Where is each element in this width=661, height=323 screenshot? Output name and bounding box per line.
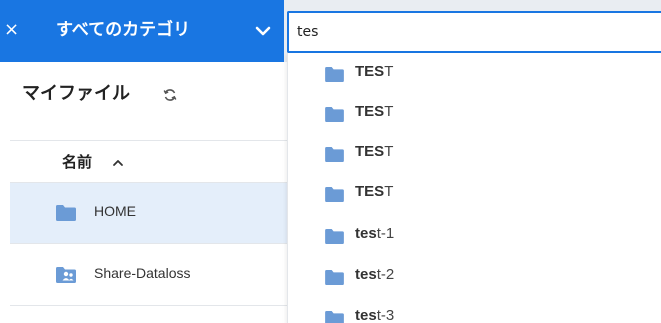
column-header-label: 名前 <box>62 153 93 171</box>
suggestion-rest: T <box>384 63 394 80</box>
file-name[interactable]: HOME <box>94 203 136 219</box>
suggestion-item[interactable]: TEST <box>288 53 661 93</box>
folder-icon <box>325 187 344 202</box>
suggestion-rest: T <box>384 183 394 200</box>
suggestion-rest: t-2 <box>376 266 395 283</box>
folder-icon <box>325 147 344 162</box>
sort-ascending-icon[interactable] <box>112 157 124 169</box>
suggestion-rest: T <box>384 103 394 120</box>
search-input[interactable] <box>287 11 661 53</box>
suggestion-rest: t-3 <box>376 307 395 323</box>
suggestion-item[interactable]: TEST <box>288 173 661 213</box>
folder-icon <box>325 311 344 323</box>
suggestion-match: TES <box>355 183 385 200</box>
suggestion-rest: T <box>384 143 394 160</box>
category-selector[interactable]: × すべてのカテゴリ <box>0 0 284 62</box>
folder-icon <box>325 67 344 82</box>
folder-icon <box>325 229 344 244</box>
suggestion-match: TES <box>355 63 385 80</box>
suggestion-item[interactable]: test-2 <box>288 256 661 296</box>
suggestion-rest: t-1 <box>376 225 395 242</box>
page-title: マイファイル <box>22 83 130 104</box>
suggestion-match: tes <box>355 307 377 323</box>
folder-icon <box>56 205 76 221</box>
close-icon[interactable]: × <box>4 18 24 42</box>
suggestion-match: tes <box>355 266 377 283</box>
search-suggestions: TEST TEST TEST TEST test-1 test-2 test-3 <box>287 53 661 323</box>
suggestion-match: TES <box>355 103 385 120</box>
folder-icon <box>325 107 344 122</box>
refresh-icon[interactable] <box>163 88 177 102</box>
category-label[interactable]: すべてのカテゴリ <box>56 16 190 44</box>
suggestion-item[interactable]: test-3 <box>288 297 661 323</box>
suggestion-item[interactable]: TEST <box>288 133 661 173</box>
suggestion-item[interactable]: test-1 <box>288 215 661 255</box>
file-name[interactable]: Share-Dataloss <box>94 265 191 281</box>
suggestion-match: TES <box>355 143 385 160</box>
folder-icon <box>325 270 344 285</box>
suggestion-match: tes <box>355 225 377 242</box>
suggestion-item[interactable]: TEST <box>288 93 661 133</box>
shared-folder-icon <box>56 267 76 283</box>
chevron-down-icon[interactable] <box>254 22 272 40</box>
